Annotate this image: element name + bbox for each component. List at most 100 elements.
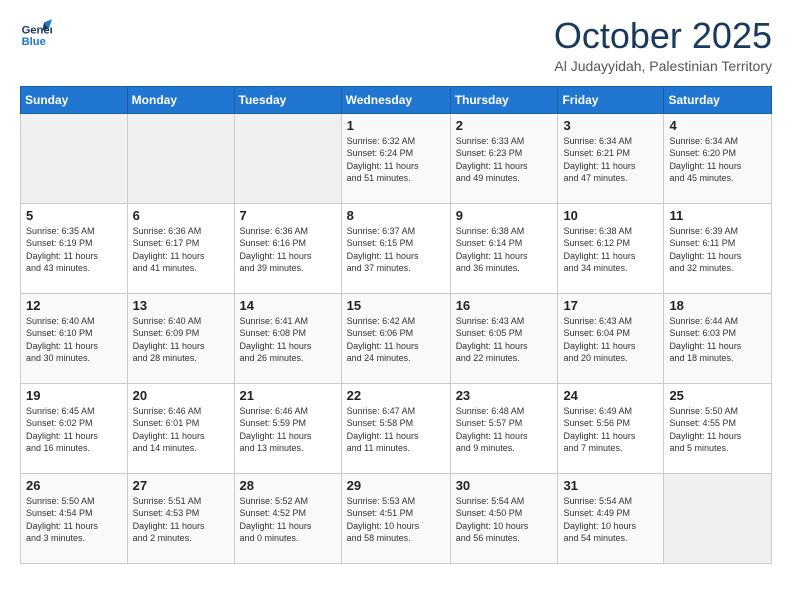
calendar-cell: 1 Sunrise: 6:32 AM Sunset: 6:24 PM Daylig… <box>341 113 450 203</box>
day-number: 17 <box>563 298 658 313</box>
day-number: 12 <box>26 298 122 313</box>
day-number: 6 <box>133 208 229 223</box>
day-number: 3 <box>563 118 658 133</box>
day-info: Sunrise: 6:40 AM Sunset: 6:09 PM Dayligh… <box>133 315 229 365</box>
day-number: 23 <box>456 388 553 403</box>
day-info: Sunrise: 6:36 AM Sunset: 6:17 PM Dayligh… <box>133 225 229 275</box>
calendar-cell: 14 Sunrise: 6:41 AM Sunset: 6:08 PM Dayli… <box>234 293 341 383</box>
day-number: 11 <box>669 208 766 223</box>
day-info: Sunrise: 6:37 AM Sunset: 6:15 PM Dayligh… <box>347 225 445 275</box>
day-info: Sunrise: 6:38 AM Sunset: 6:14 PM Dayligh… <box>456 225 553 275</box>
day-number: 29 <box>347 478 445 493</box>
calendar-cell: 26 Sunrise: 5:50 AM Sunset: 4:54 PM Dayli… <box>21 473 128 563</box>
day-info: Sunrise: 5:53 AM Sunset: 4:51 PM Dayligh… <box>347 495 445 545</box>
day-number: 22 <box>347 388 445 403</box>
day-number: 9 <box>456 208 553 223</box>
day-info: Sunrise: 6:33 AM Sunset: 6:23 PM Dayligh… <box>456 135 553 185</box>
day-number: 25 <box>669 388 766 403</box>
day-number: 27 <box>133 478 229 493</box>
day-info: Sunrise: 6:34 AM Sunset: 6:20 PM Dayligh… <box>669 135 766 185</box>
day-info: Sunrise: 6:48 AM Sunset: 5:57 PM Dayligh… <box>456 405 553 455</box>
calendar-cell <box>127 113 234 203</box>
month-title: October 2025 <box>554 16 772 56</box>
day-number: 20 <box>133 388 229 403</box>
calendar-cell: 31 Sunrise: 5:54 AM Sunset: 4:49 PM Dayli… <box>558 473 664 563</box>
calendar-cell: 23 Sunrise: 6:48 AM Sunset: 5:57 PM Dayli… <box>450 383 558 473</box>
day-info: Sunrise: 6:35 AM Sunset: 6:19 PM Dayligh… <box>26 225 122 275</box>
calendar-cell: 30 Sunrise: 5:54 AM Sunset: 4:50 PM Dayli… <box>450 473 558 563</box>
calendar-table: SundayMondayTuesdayWednesdayThursdayFrid… <box>20 86 772 564</box>
day-number: 16 <box>456 298 553 313</box>
day-info: Sunrise: 6:47 AM Sunset: 5:58 PM Dayligh… <box>347 405 445 455</box>
day-number: 2 <box>456 118 553 133</box>
day-number: 7 <box>240 208 336 223</box>
day-info: Sunrise: 6:36 AM Sunset: 6:16 PM Dayligh… <box>240 225 336 275</box>
day-number: 28 <box>240 478 336 493</box>
calendar-cell: 3 Sunrise: 6:34 AM Sunset: 6:21 PM Daylig… <box>558 113 664 203</box>
calendar-cell: 18 Sunrise: 6:44 AM Sunset: 6:03 PM Dayli… <box>664 293 772 383</box>
day-info: Sunrise: 6:34 AM Sunset: 6:21 PM Dayligh… <box>563 135 658 185</box>
calendar-cell: 24 Sunrise: 6:49 AM Sunset: 5:56 PM Dayli… <box>558 383 664 473</box>
calendar-cell: 11 Sunrise: 6:39 AM Sunset: 6:11 PM Dayli… <box>664 203 772 293</box>
title-block: October 2025 Al Judayyidah, Palestinian … <box>554 16 772 74</box>
day-info: Sunrise: 5:54 AM Sunset: 4:49 PM Dayligh… <box>563 495 658 545</box>
calendar-cell: 13 Sunrise: 6:40 AM Sunset: 6:09 PM Dayli… <box>127 293 234 383</box>
day-info: Sunrise: 5:51 AM Sunset: 4:53 PM Dayligh… <box>133 495 229 545</box>
day-number: 5 <box>26 208 122 223</box>
calendar-cell: 9 Sunrise: 6:38 AM Sunset: 6:14 PM Daylig… <box>450 203 558 293</box>
calendar-cell: 7 Sunrise: 6:36 AM Sunset: 6:16 PM Daylig… <box>234 203 341 293</box>
calendar-cell: 8Sunrise: 6:37 AM Sunset: 6:15 PM Daylig… <box>341 203 450 293</box>
day-number: 31 <box>563 478 658 493</box>
day-number: 26 <box>26 478 122 493</box>
day-number: 21 <box>240 388 336 403</box>
logo-icon: General Blue <box>20 16 52 48</box>
calendar-cell: 19 Sunrise: 6:45 AM Sunset: 6:02 PM Dayli… <box>21 383 128 473</box>
calendar-cell: 25 Sunrise: 5:50 AM Sunset: 4:55 PM Dayli… <box>664 383 772 473</box>
col-header-tuesday: Tuesday <box>234 86 341 113</box>
col-header-sunday: Sunday <box>21 86 128 113</box>
col-header-monday: Monday <box>127 86 234 113</box>
calendar-cell: 22 Sunrise: 6:47 AM Sunset: 5:58 PM Dayli… <box>341 383 450 473</box>
calendar-cell: 5 Sunrise: 6:35 AM Sunset: 6:19 PM Daylig… <box>21 203 128 293</box>
day-info: Sunrise: 6:43 AM Sunset: 6:04 PM Dayligh… <box>563 315 658 365</box>
calendar-cell: 17 Sunrise: 6:43 AM Sunset: 6:04 PM Dayli… <box>558 293 664 383</box>
col-header-saturday: Saturday <box>664 86 772 113</box>
day-info: Sunrise: 6:43 AM Sunset: 6:05 PM Dayligh… <box>456 315 553 365</box>
calendar-cell: 6 Sunrise: 6:36 AM Sunset: 6:17 PM Daylig… <box>127 203 234 293</box>
day-number: 18 <box>669 298 766 313</box>
calendar-cell <box>664 473 772 563</box>
day-number: 15 <box>347 298 445 313</box>
calendar-cell: 29 Sunrise: 5:53 AM Sunset: 4:51 PM Dayli… <box>341 473 450 563</box>
page-header: General Blue October 2025 Al Judayyidah,… <box>20 16 772 74</box>
day-number: 4 <box>669 118 766 133</box>
day-info: Sunrise: 6:40 AM Sunset: 6:10 PM Dayligh… <box>26 315 122 365</box>
calendar-cell: 4 Sunrise: 6:34 AM Sunset: 6:20 PM Daylig… <box>664 113 772 203</box>
logo: General Blue <box>20 16 52 48</box>
day-info: Sunrise: 5:50 AM Sunset: 4:54 PM Dayligh… <box>26 495 122 545</box>
calendar-cell: 28 Sunrise: 5:52 AM Sunset: 4:52 PM Dayli… <box>234 473 341 563</box>
day-info: Sunrise: 5:52 AM Sunset: 4:52 PM Dayligh… <box>240 495 336 545</box>
calendar-cell <box>234 113 341 203</box>
day-number: 30 <box>456 478 553 493</box>
day-info: Sunrise: 6:46 AM Sunset: 6:01 PM Dayligh… <box>133 405 229 455</box>
day-info: Sunrise: 6:32 AM Sunset: 6:24 PM Dayligh… <box>347 135 445 185</box>
day-info: Sunrise: 5:50 AM Sunset: 4:55 PM Dayligh… <box>669 405 766 455</box>
day-number: 1 <box>347 118 445 133</box>
day-number: 24 <box>563 388 658 403</box>
day-number: 13 <box>133 298 229 313</box>
calendar-cell: 10Sunrise: 6:38 AM Sunset: 6:12 PM Dayli… <box>558 203 664 293</box>
location: Al Judayyidah, Palestinian Territory <box>554 58 772 74</box>
day-info: Sunrise: 6:49 AM Sunset: 5:56 PM Dayligh… <box>563 405 658 455</box>
calendar-cell <box>21 113 128 203</box>
day-number: 19 <box>26 388 122 403</box>
calendar-cell: 2 Sunrise: 6:33 AM Sunset: 6:23 PM Daylig… <box>450 113 558 203</box>
day-info: Sunrise: 6:41 AM Sunset: 6:08 PM Dayligh… <box>240 315 336 365</box>
calendar-cell: 20 Sunrise: 6:46 AM Sunset: 6:01 PM Dayli… <box>127 383 234 473</box>
calendar-cell: 12 Sunrise: 6:40 AM Sunset: 6:10 PM Dayli… <box>21 293 128 383</box>
day-info: Sunrise: 5:54 AM Sunset: 4:50 PM Dayligh… <box>456 495 553 545</box>
day-info: Sunrise: 6:44 AM Sunset: 6:03 PM Dayligh… <box>669 315 766 365</box>
day-number: 14 <box>240 298 336 313</box>
day-info: Sunrise: 6:45 AM Sunset: 6:02 PM Dayligh… <box>26 405 122 455</box>
day-info: Sunrise: 6:39 AM Sunset: 6:11 PM Dayligh… <box>669 225 766 275</box>
svg-text:Blue: Blue <box>22 36 46 48</box>
